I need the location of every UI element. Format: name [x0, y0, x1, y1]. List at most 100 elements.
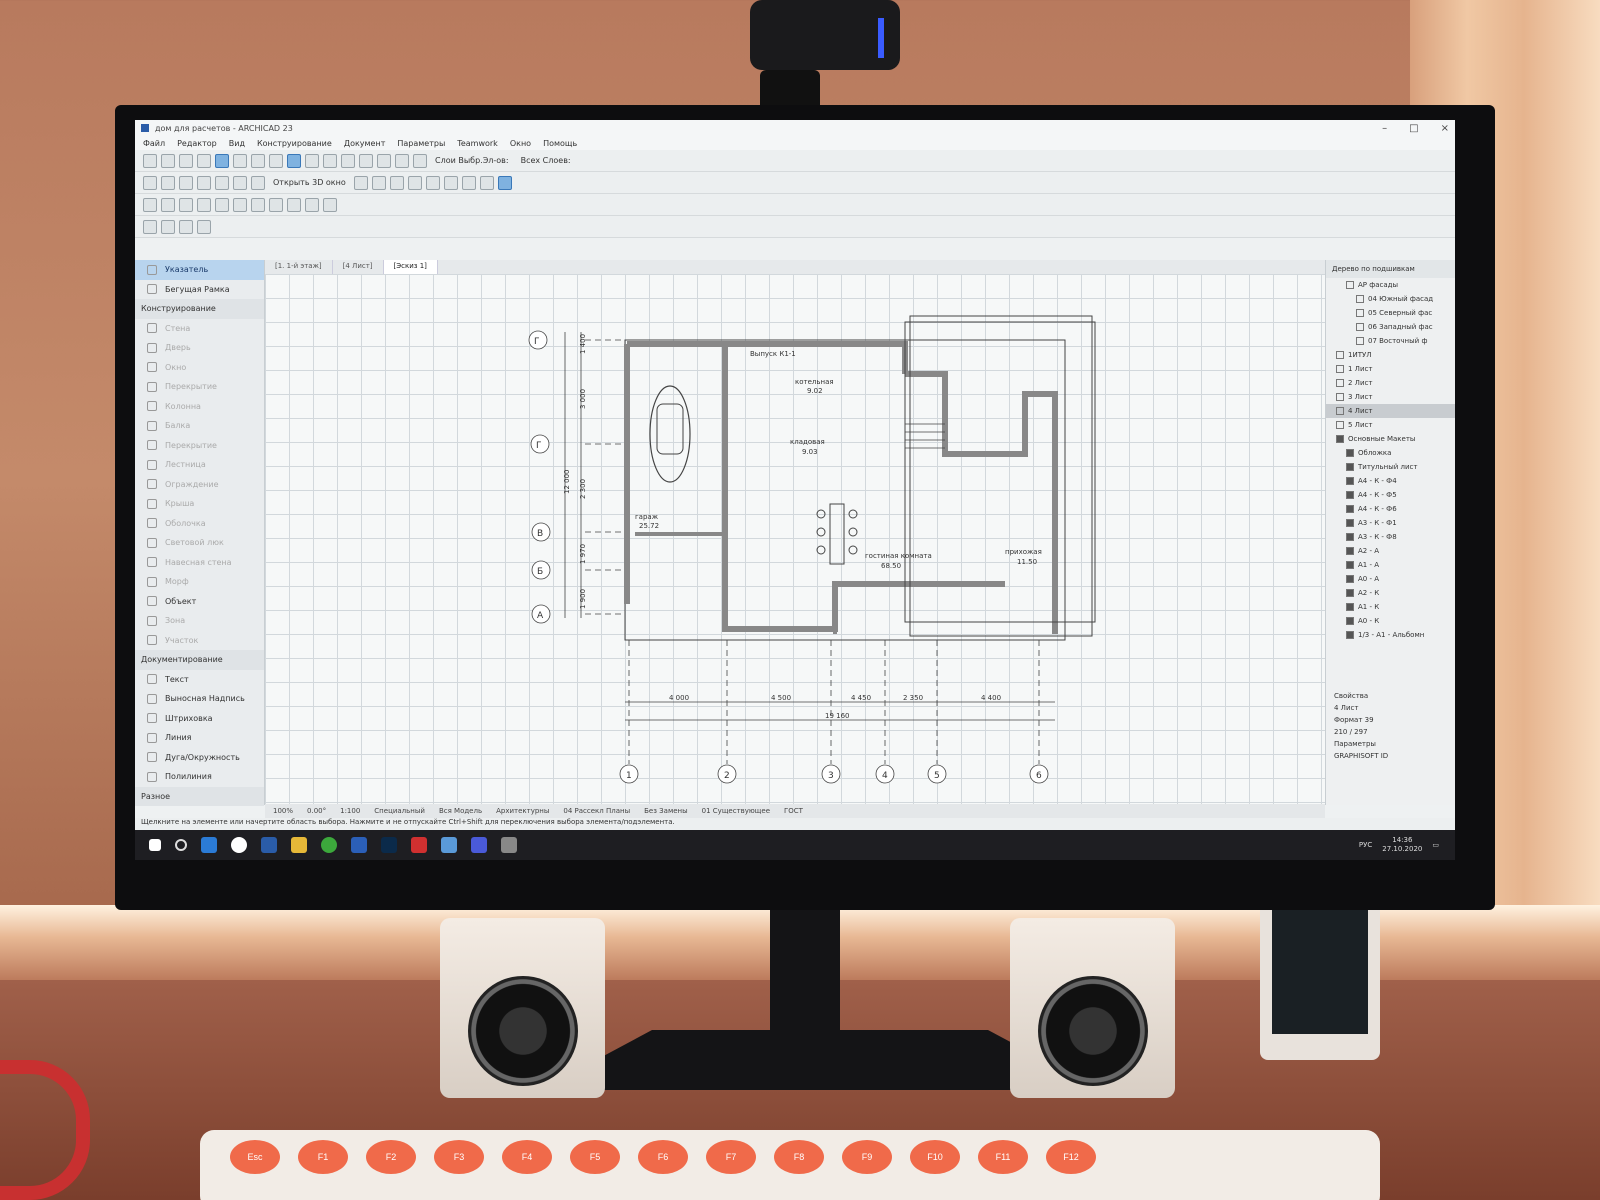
navigator-item[interactable]: А1 - А — [1326, 558, 1455, 572]
toolbox-item[interactable]: Световой люк — [135, 533, 264, 553]
guide-lines-button[interactable] — [269, 153, 283, 168]
toolbox-item[interactable]: Морф — [135, 572, 264, 592]
toolbox-item[interactable]: Полилиния — [135, 767, 264, 787]
group-button[interactable] — [233, 197, 247, 212]
toolbox-item[interactable]: Участок — [135, 631, 264, 651]
file-explorer-icon[interactable] — [291, 837, 307, 853]
menu-item[interactable]: Редактор — [177, 139, 217, 148]
search-icon[interactable] — [175, 839, 187, 851]
toolbox-item[interactable]: Навесная стена — [135, 553, 264, 573]
navigator-item[interactable]: А1 - К — [1326, 600, 1455, 614]
open-3d-button[interactable]: Открыть 3D окно — [269, 178, 350, 187]
detail-button[interactable] — [215, 175, 229, 190]
view-tab[interactable]: [4 Лист] — [333, 260, 384, 274]
toolbox-item[interactable]: Указатель — [135, 260, 264, 280]
zoom-value[interactable]: 100% — [273, 807, 293, 815]
toolbox-section[interactable]: Документирование — [135, 650, 264, 670]
adjust-button[interactable] — [341, 153, 355, 168]
toolbox-item[interactable]: Окно — [135, 358, 264, 378]
trim-button[interactable] — [305, 153, 319, 168]
angle-value[interactable]: 0.00° — [307, 807, 326, 815]
maximize-icon[interactable]: □ — [1409, 123, 1418, 134]
image-viewer-icon[interactable] — [441, 837, 457, 853]
navigator-item[interactable]: АР фасады — [1326, 278, 1455, 292]
toolbox-item[interactable]: Крыша — [135, 494, 264, 514]
navigator-item[interactable]: А0 - К — [1326, 614, 1455, 628]
scale-value[interactable]: 1:100 — [340, 807, 360, 815]
toolbox-item[interactable]: Дверь — [135, 338, 264, 358]
toolbox-item[interactable]: Бегущая Рамка — [135, 280, 264, 300]
menu-item[interactable]: Окно — [510, 139, 531, 148]
toolbox-item[interactable]: Зона — [135, 611, 264, 631]
menu-item[interactable]: Вид — [229, 139, 245, 148]
menu-item[interactable]: Teamwork — [457, 139, 498, 148]
toolbox-item[interactable]: Объект — [135, 592, 264, 612]
language-indicator[interactable]: РУС — [1359, 841, 1372, 849]
worksheet-button[interactable] — [197, 175, 211, 190]
toolbox-item[interactable]: Выносная Надпись — [135, 689, 264, 709]
offset-button[interactable] — [377, 153, 391, 168]
layer-settings-button[interactable] — [161, 197, 175, 212]
layer-combination[interactable]: Специальный — [374, 807, 425, 815]
suspend-groups-button[interactable] — [287, 153, 301, 168]
view-tab[interactable]: [Эскиз 1] — [383, 260, 438, 274]
selection-set-button[interactable] — [143, 219, 157, 234]
navigator-item[interactable]: 1/3 - А1 - Альбомн — [1326, 628, 1455, 642]
navigator-item[interactable]: А2 - К — [1326, 586, 1455, 600]
split-button[interactable] — [359, 153, 373, 168]
navigator-item[interactable]: А4 - К - Ф6 — [1326, 502, 1455, 516]
toolbox-section[interactable]: Конструирование — [135, 299, 264, 319]
toolbox-item[interactable]: Перекрытие — [135, 436, 264, 456]
pen-set[interactable]: Архитектурны — [496, 807, 549, 815]
unlock-button[interactable] — [287, 197, 301, 212]
navigator-item[interactable]: 5 Лист — [1326, 418, 1455, 432]
intersect-button[interactable] — [323, 153, 337, 168]
renovation-filter[interactable]: Без Замены — [644, 807, 688, 815]
menu-item[interactable]: Файл — [143, 139, 165, 148]
magic-wand-button[interactable] — [179, 219, 193, 234]
notifications-icon[interactable]: ▭ — [1432, 841, 1439, 849]
open-3d-icon[interactable] — [251, 175, 265, 190]
ungroup-button[interactable] — [251, 197, 265, 212]
navigator-item[interactable]: А4 - К - Ф5 — [1326, 488, 1455, 502]
navigator-item[interactable]: 3 Лист — [1326, 390, 1455, 404]
navigator-item[interactable]: 4 Лист — [1326, 404, 1455, 418]
toolbox-item[interactable]: Дуга/Окружность — [135, 748, 264, 768]
rotate-button[interactable] — [413, 153, 427, 168]
mirror-button[interactable] — [395, 153, 409, 168]
drawing-canvas[interactable]: гараж 25.72 котельная 9.02 кладовая 9.03… — [265, 274, 1325, 804]
renovation-status[interactable]: 01 Существующее — [702, 807, 770, 815]
dimension-standard[interactable]: ГОСТ — [784, 807, 803, 815]
teams-icon[interactable] — [471, 837, 487, 853]
layout-button[interactable] — [233, 175, 247, 190]
marquee-button[interactable] — [233, 153, 247, 168]
minimize-icon[interactable]: – — [1382, 123, 1387, 134]
model-view-set[interactable]: 04 Рассекл Планы — [563, 807, 630, 815]
navigator-item[interactable]: 05 Северный фас — [1326, 306, 1455, 320]
toolbox-item[interactable]: Ограждение — [135, 475, 264, 495]
pointer-options-button[interactable] — [197, 219, 211, 234]
menu-item[interactable]: Документ — [344, 139, 386, 148]
acrobat-icon[interactable] — [411, 837, 427, 853]
shading-button[interactable] — [479, 175, 494, 190]
navigator-item[interactable]: 04 Южный фасад — [1326, 292, 1455, 306]
toolbox-item[interactable]: Балка — [135, 416, 264, 436]
menu-item[interactable]: Параметры — [397, 139, 445, 148]
task-view-icon[interactable] — [201, 837, 217, 853]
navigator-item[interactable]: 1 Лист — [1326, 362, 1455, 376]
photoshop-icon[interactable] — [381, 837, 397, 853]
navigator-header[interactable]: Дерево по подшивкам — [1326, 260, 1455, 278]
view-tab[interactable]: [1. 1-й этаж] — [265, 260, 333, 274]
menu-item[interactable]: Конструирование — [257, 139, 332, 148]
model-view-option[interactable]: Вся Модель — [439, 807, 482, 815]
bring-front-button[interactable] — [305, 197, 319, 212]
tool-icon[interactable] — [501, 837, 517, 853]
elevation-button[interactable] — [179, 175, 193, 190]
green-app-icon[interactable] — [321, 837, 337, 853]
navigator-item[interactable]: А0 - А — [1326, 572, 1455, 586]
trace-button[interactable] — [497, 175, 512, 190]
toolbox-item[interactable]: Лестница — [135, 455, 264, 475]
element-info-button[interactable] — [143, 197, 157, 212]
navigator-item[interactable]: Основные Макеты — [1326, 432, 1455, 446]
toolbox-item[interactable]: Оболочка — [135, 514, 264, 534]
